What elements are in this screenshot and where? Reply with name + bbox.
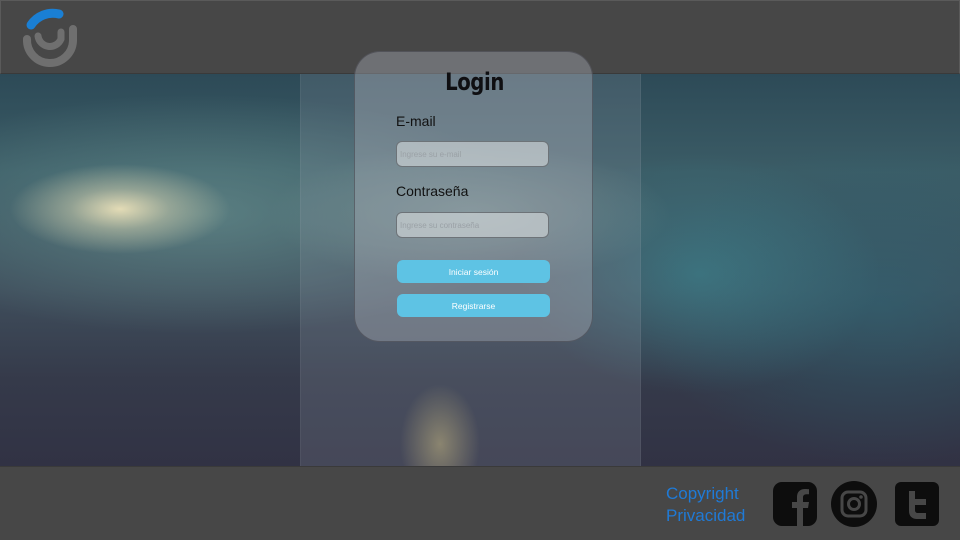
email-field[interactable] <box>396 141 549 167</box>
login-button[interactable]: Iniciar sesión <box>397 260 550 283</box>
privacy-link[interactable]: Privacidad <box>666 505 745 527</box>
copyright-link[interactable]: Copyright <box>666 483 745 505</box>
login-card: Login E-mail Contraseña Iniciar sesión R… <box>354 51 593 342</box>
register-button[interactable]: Registrarse <box>397 294 550 317</box>
facebook-icon[interactable] <box>772 481 818 527</box>
password-label: Contraseña <box>396 183 469 199</box>
site-footer: Copyright Privacidad <box>0 466 960 540</box>
login-title: Login <box>445 68 504 96</box>
password-field[interactable] <box>396 212 549 238</box>
logo-icon[interactable] <box>17 5 83 71</box>
instagram-icon[interactable] <box>831 481 877 527</box>
email-label: E-mail <box>396 113 436 129</box>
footer-links: Copyright Privacidad <box>666 483 745 527</box>
twitter-icon[interactable] <box>894 481 940 527</box>
